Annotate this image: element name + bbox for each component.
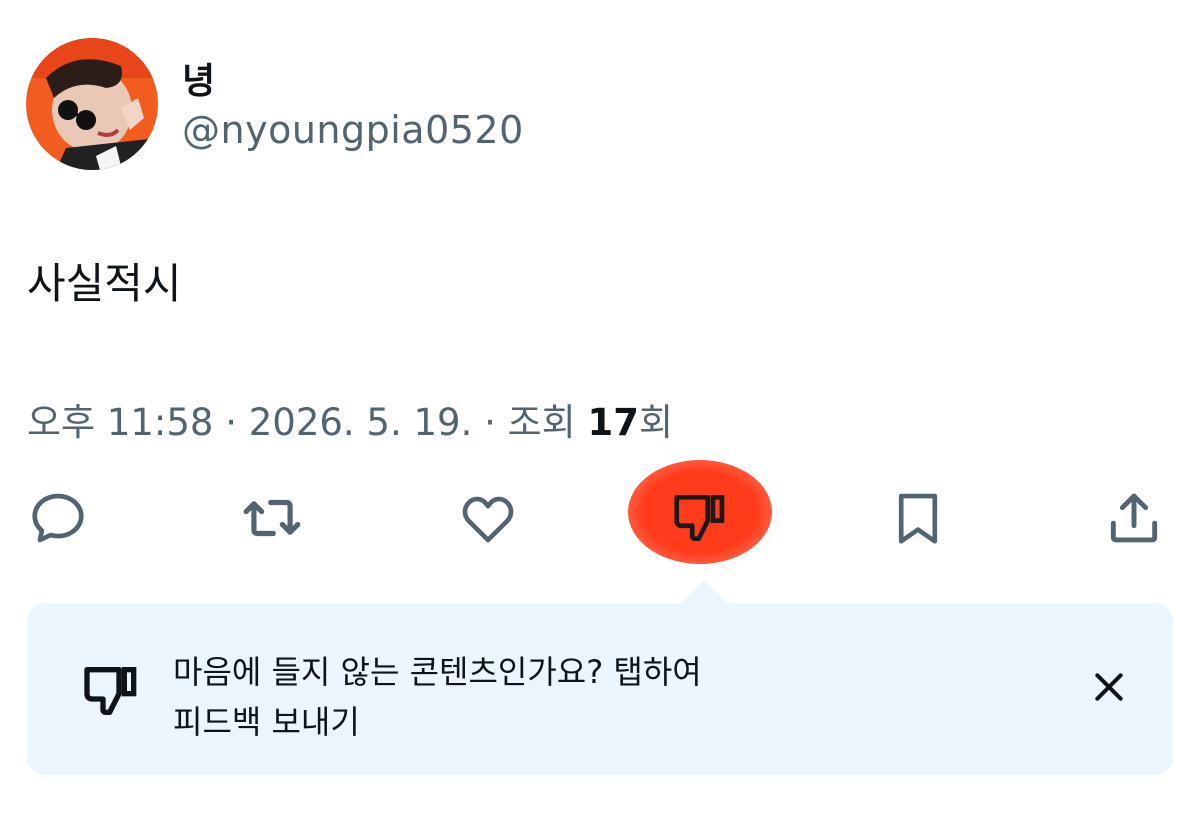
post-text: 사실적시	[27, 259, 182, 308]
reply-icon	[32, 493, 84, 543]
avatar[interactable]	[26, 38, 158, 170]
tooltip-line-1: 마음에 들지 않는 콘텐츠인가요? 탭하여	[173, 653, 702, 691]
tooltip-line-2: 피드백 보내기	[173, 703, 360, 741]
repost-button[interactable]	[240, 486, 304, 550]
repost-icon	[243, 499, 301, 537]
share-button[interactable]	[1102, 486, 1166, 550]
post-timestamp: 오후 11:58 · 2026. 5. 19. · 조회	[27, 401, 588, 444]
close-button[interactable]	[1089, 667, 1129, 707]
tooltip-message: 마음에 들지 않는 콘텐츠인가요? 탭하여 피드백 보내기	[173, 647, 873, 747]
thumbs-down-icon	[674, 495, 725, 541]
dislike-button[interactable]	[668, 486, 732, 550]
display-name[interactable]: 녕	[182, 52, 215, 104]
action-bar	[0, 460, 1200, 568]
reply-button[interactable]	[26, 486, 90, 550]
user-handle[interactable]: @nyoungpia0520	[182, 108, 524, 152]
feedback-tooltip[interactable]: 마음에 들지 않는 콘텐츠인가요? 탭하여 피드백 보내기	[27, 603, 1173, 775]
post-meta: 오후 11:58 · 2026. 5. 19. · 조회 17회	[27, 392, 673, 446]
tooltip-arrow	[680, 580, 728, 604]
views-suffix: 회	[638, 401, 674, 444]
bookmark-icon	[898, 493, 938, 544]
avatar-image	[26, 38, 158, 170]
bookmark-button[interactable]	[886, 486, 950, 550]
views-count: 17	[587, 401, 639, 444]
thumbs-down-icon	[79, 659, 143, 723]
like-button[interactable]	[456, 486, 520, 550]
heart-icon	[462, 496, 514, 543]
share-icon	[1110, 493, 1158, 543]
close-icon	[1095, 673, 1123, 701]
